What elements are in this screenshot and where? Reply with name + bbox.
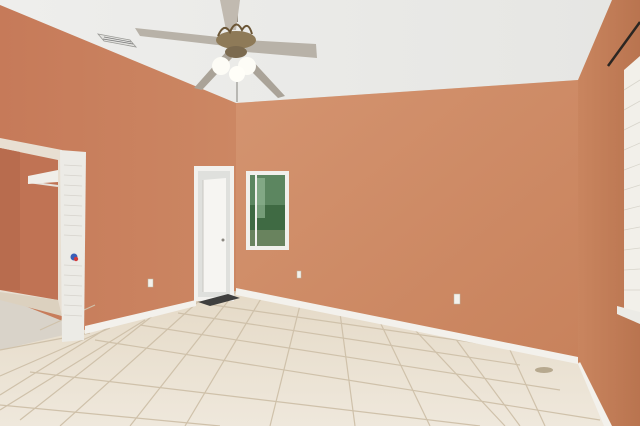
electrical-outlet-icon [147, 278, 154, 288]
closet-bifold-door[interactable] [60, 150, 86, 342]
electrical-outlet-icon [453, 293, 461, 305]
doorway [194, 166, 240, 306]
electrical-outlet-icon [296, 270, 302, 279]
open-door[interactable] [203, 178, 226, 292]
room-photo [0, 0, 640, 426]
floor-vent [535, 367, 553, 373]
room-illustration [0, 0, 640, 426]
window [246, 171, 289, 250]
